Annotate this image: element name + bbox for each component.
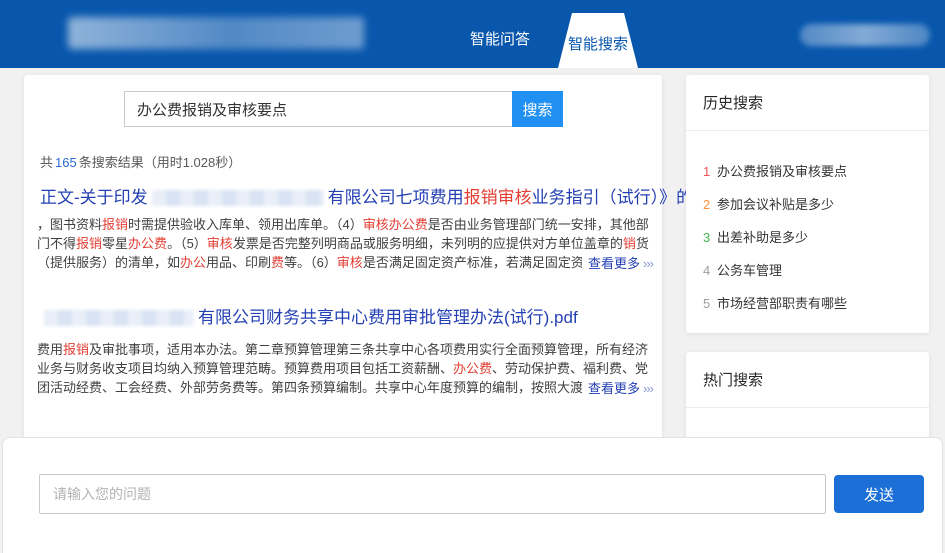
summary-prefix: 共: [40, 155, 53, 170]
view-more-link[interactable]: 查看更多›››: [582, 254, 653, 273]
history-item-label: 参加会议补贴是多少: [717, 197, 834, 212]
history-item[interactable]: 5市场经营部职责有哪些: [703, 293, 913, 313]
user-account-label[interactable]: [800, 24, 930, 46]
search-button[interactable]: 搜索: [512, 91, 563, 127]
divider: [686, 407, 929, 408]
redacted-text: [44, 310, 194, 326]
history-search-panel: 历史搜索 1办公费报销及审核要点 2参加会议补贴是多少 3出差补助是多少 4公务…: [686, 75, 929, 333]
question-bar: 发送: [2, 437, 943, 553]
result-snippet: 费用报销及审批事项，适用本办法。第二章预算管理第三条共享中心各项费用实行全面预算…: [37, 340, 655, 398]
history-item[interactable]: 3出差补助是多少: [703, 227, 913, 247]
question-input[interactable]: [39, 474, 826, 514]
history-item-label: 公务车管理: [717, 263, 782, 278]
snippet-text: 费用报销及审批事项，适用本办法。第二章预算管理第三条共享中心各项费用实行全面预算…: [37, 342, 648, 398]
history-item[interactable]: 2参加会议补贴是多少: [703, 194, 913, 214]
summary-suffix: 条搜索结果（用时1.028秒）: [79, 155, 242, 170]
history-item-label: 市场经营部职责有哪些: [717, 296, 847, 311]
top-navbar: 智能问答 智能搜索: [0, 0, 945, 68]
rank-number: 2: [703, 197, 717, 212]
history-item-label: 出差补助是多少: [717, 230, 808, 245]
search-results-panel: 搜索 共165条搜索结果（用时1.028秒） 正文-关于印发有限公司七项费用报销…: [24, 75, 662, 447]
more-arrows-icon: ›››: [643, 381, 653, 396]
result-snippet: ，图书资料报销时需提供验收入库单、领用出库单。（4）审核办公费是否由业务管理部门…: [37, 215, 655, 273]
redacted-text: [152, 190, 324, 206]
result-title-link[interactable]: 正文-关于印发有限公司七项费用报销审核业务指引（试行）》的通知.pdf: [40, 183, 756, 208]
send-button[interactable]: 发送: [834, 475, 924, 513]
hot-search-title: 热门搜索: [703, 369, 763, 390]
tab-smart-search[interactable]: 智能搜索: [558, 13, 638, 68]
history-item[interactable]: 1办公费报销及审核要点: [703, 161, 913, 181]
divider: [686, 130, 929, 131]
search-input[interactable]: [124, 91, 512, 127]
history-search-title: 历史搜索: [703, 92, 763, 113]
result-title-link[interactable]: 有限公司财务共享中心费用审批管理办法(试行).pdf: [40, 303, 578, 328]
history-item[interactable]: 4公务车管理: [703, 260, 913, 280]
app-logo: [68, 17, 364, 49]
rank-number: 3: [703, 230, 717, 245]
app-window: 智能问答 智能搜索 搜索 共165条搜索结果（用时1.028秒） 正文-关于印发…: [0, 0, 945, 553]
snippet-text: ，图书资料报销时需提供验收入库单、领用出库单。（4）审核办公费是否由业务管理部门…: [37, 217, 649, 273]
rank-number: 1: [703, 164, 717, 179]
tab-smart-qa[interactable]: 智能问答: [440, 26, 560, 54]
rank-number: 4: [703, 263, 717, 278]
rank-number: 5: [703, 296, 717, 311]
history-item-label: 办公费报销及审核要点: [717, 164, 847, 179]
more-arrows-icon: ›››: [643, 256, 653, 271]
view-more-link[interactable]: 查看更多›››: [582, 379, 653, 398]
hot-search-panel: 热门搜索: [686, 352, 929, 448]
results-summary: 共165条搜索结果（用时1.028秒）: [40, 152, 241, 171]
results-count: 165: [55, 155, 77, 170]
